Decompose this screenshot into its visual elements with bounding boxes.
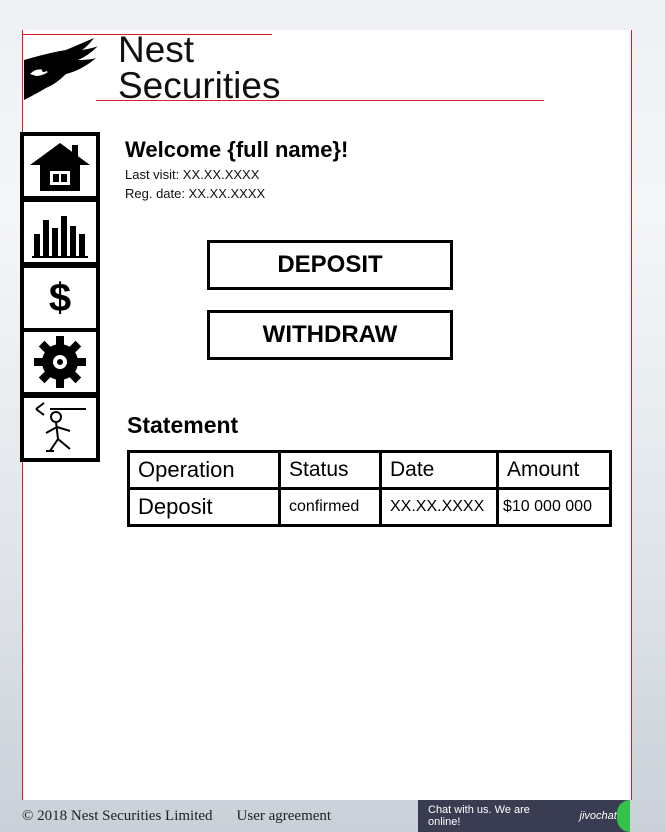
sidebar-item-stats[interactable]	[20, 198, 100, 266]
brand-name-line1: Nest	[118, 29, 195, 70]
registration-date-text: Reg. date: XX.XX.XXXX	[125, 186, 266, 201]
cell-status: confirmed	[278, 487, 382, 527]
bird-logo-icon	[24, 38, 98, 100]
last-visit-text: Last visit: XX.XX.XXXX	[125, 167, 260, 182]
chat-widget[interactable]: Chat with us. We are online! jivochat	[418, 800, 630, 832]
gear-icon	[34, 336, 86, 388]
sidebar-item-logout[interactable]	[20, 394, 100, 462]
dollar-icon: $	[48, 275, 72, 320]
bar-chart-icon	[32, 216, 88, 258]
cell-amount: $10 000 000	[496, 487, 612, 527]
table-row[interactable]: Deposit confirmed XX.XX.XXXX $10 000 000	[127, 487, 612, 527]
statement-heading: Statement	[127, 412, 239, 438]
logout-icon	[35, 402, 86, 452]
user-agreement-link[interactable]: User agreement	[237, 808, 332, 825]
chat-label: Chat with us. We are online!	[428, 804, 530, 828]
cell-date: XX.XX.XXXX	[379, 487, 499, 527]
column-header-amount: Amount	[496, 450, 612, 490]
sidebar-item-finance[interactable]: $	[20, 264, 100, 332]
withdraw-button[interactable]: WITHDRAW	[207, 310, 453, 360]
brand-logo[interactable]: Nest Securities	[22, 29, 302, 106]
chat-brand: jivochat	[579, 810, 617, 822]
copyright-text: © 2018 Nest Securities Limited	[22, 807, 213, 824]
column-header-date: Date	[379, 450, 499, 490]
welcome-title: Welcome {full name}!	[125, 137, 349, 162]
sidebar-item-settings[interactable]	[20, 328, 100, 396]
online-status-icon	[616, 800, 630, 832]
column-header-operation: Operation	[127, 450, 281, 490]
statement-table: Operation Status Date Amount Deposit con…	[127, 450, 612, 527]
sidebar-item-home[interactable]	[20, 132, 100, 200]
deposit-button[interactable]: DEPOSIT	[207, 240, 453, 290]
home-icon	[30, 143, 90, 191]
column-header-status: Status	[278, 450, 382, 490]
brand-name-line2: Securities	[118, 65, 281, 106]
statement-header-row: Operation Status Date Amount	[127, 450, 612, 490]
cell-operation: Deposit	[127, 487, 281, 527]
